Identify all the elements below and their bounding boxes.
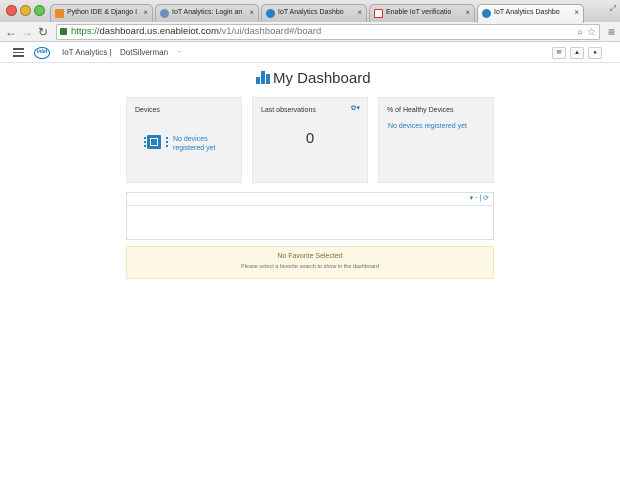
pycharm-icon — [55, 9, 64, 18]
browser-titlebar: Python IDE & Django I × IoT Analytics: L… — [0, 0, 620, 23]
no-devices-link[interactable]: No devices registered yet — [173, 135, 215, 153]
tab-python-ide[interactable]: Python IDE & Django I × — [50, 4, 153, 22]
page-title: My Dashboard — [256, 70, 371, 90]
page-title-text: My Dashboard — [273, 70, 371, 87]
window-minimize-button[interactable] — [20, 5, 31, 16]
last-observations-card: Last observations ✿▾ 0 — [252, 97, 368, 183]
address-bar[interactable]: https://dashboard.us.enableiot.com/v1/ui… — [56, 24, 600, 40]
fullscreen-icon[interactable]: ⤢ — [610, 4, 616, 14]
panel-header: ▾ - | ⟳ — [127, 193, 493, 206]
mail-icon[interactable]: ✉ — [552, 47, 566, 59]
window-close-button[interactable] — [6, 5, 17, 16]
search-icon[interactable]: ⌕ — [577, 26, 583, 40]
tab-close-icon[interactable]: × — [465, 8, 470, 17]
chip-icon — [144, 135, 168, 149]
window-zoom-button[interactable] — [34, 5, 45, 16]
devices-card: Devices No devices registered yet — [126, 97, 242, 183]
url-path: /v1/ui/dashboard#/board — [218, 26, 322, 37]
gear-icon[interactable]: ✿▾ — [351, 104, 360, 112]
tab-iot-dashboard-1[interactable]: IoT Analytics Dashbo × — [261, 4, 367, 22]
tab-iot-login[interactable]: IoT Analytics: Login an × — [155, 4, 259, 22]
healthy-devices-card: % of Healthy Devices No devices register… — [378, 97, 494, 183]
favorite-search-panel: ▾ - | ⟳ — [126, 192, 494, 240]
favorite-tools[interactable]: ▾ - | ⟳ — [470, 194, 489, 202]
hamburger-menu-icon[interactable] — [13, 48, 24, 57]
tab-iot-dashboard-active[interactable]: IoT Analytics Dashbo × — [477, 4, 584, 23]
tab-close-icon[interactable]: × — [357, 8, 362, 17]
bar-chart-icon — [256, 71, 270, 84]
intel-logo[interactable]: intel — [34, 47, 50, 59]
url-host: dashboard.us.enableiot.com — [99, 26, 219, 37]
tab-gmail[interactable]: Enable IoT verificatio × — [369, 4, 475, 22]
browser-toolbar: ← → ↻ https://dashboard.us.enableiot.com… — [0, 22, 620, 42]
tab-label: IoT Analytics Dashbo — [494, 9, 560, 16]
chrome-menu-icon[interactable]: ≡ — [608, 25, 615, 39]
card-title: % of Healthy Devices — [387, 107, 454, 114]
back-arrow-icon[interactable]: ← — [5, 25, 17, 39]
tab-close-icon[interactable]: × — [249, 8, 254, 17]
gmail-icon — [374, 9, 383, 18]
no-devices-link[interactable]: No devices registered yet — [388, 122, 467, 131]
tab-label: Python IDE & Django I — [67, 9, 138, 16]
card-title: Last observations — [261, 107, 316, 114]
iot-icon — [160, 9, 169, 18]
url-scheme: https:// — [71, 26, 100, 37]
user-icon[interactable]: ● — [588, 47, 602, 59]
account-dropdown[interactable]: - — [178, 47, 181, 56]
iot-globe-icon — [266, 9, 275, 18]
no-favorite-notice: No Favorite Selected Please select a fav… — [126, 246, 494, 279]
tab-label: Enable IoT verificatio — [386, 9, 452, 16]
notice-title: No Favorite Selected — [277, 253, 343, 260]
card-title: Devices — [135, 107, 160, 114]
bell-icon[interactable]: ▲ — [570, 47, 584, 59]
lock-icon — [60, 28, 67, 35]
tab-close-icon[interactable]: × — [143, 8, 148, 17]
product-name[interactable]: IoT Analytics | — [62, 48, 112, 57]
app-navbar: intel IoT Analytics | DotSilverman - ✉ ▲… — [0, 43, 620, 63]
reload-icon[interactable]: ↻ — [38, 25, 48, 39]
tab-label: IoT Analytics Dashbo — [278, 9, 344, 16]
account-selector[interactable]: DotSilverman — [120, 48, 168, 57]
tab-close-icon[interactable]: × — [574, 8, 579, 17]
observations-count: 0 — [305, 130, 315, 147]
tab-label: IoT Analytics: Login an — [172, 9, 243, 16]
bookmark-star-icon[interactable]: ☆ — [587, 26, 596, 40]
iot-globe-icon — [482, 9, 491, 18]
forward-arrow-icon[interactable]: → — [21, 25, 33, 39]
notice-text: Please select a favorite search to show … — [241, 264, 379, 270]
